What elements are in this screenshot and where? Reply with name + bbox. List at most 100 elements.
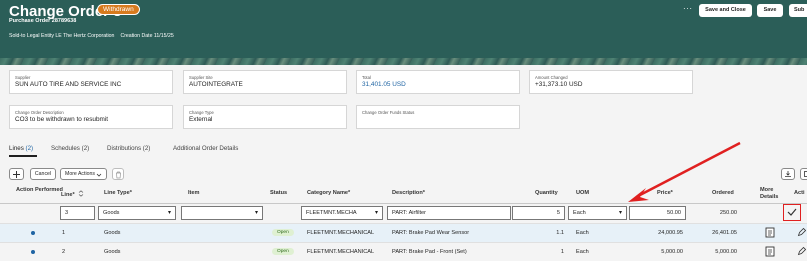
supplier-label: Supplier [15,75,31,80]
col-line-label: Line* [61,192,75,198]
active-tab-indicator [9,155,37,157]
details-icon[interactable] [765,227,775,238]
tab-lines[interactable]: Lines (2) [9,145,33,152]
supplier-card: Supplier SUN AUTO TIRE AND SERVICE INC [9,70,173,94]
description-input[interactable]: PART: Airfilter [387,206,511,220]
header-banner [0,58,807,65]
header-meta: Sold-to Legal Entity LE The Hertz Corpor… [9,33,174,39]
purchase-order-number: Purchase Order 28789638 [9,18,77,24]
funds-status-card: Change Order Funds Status [356,105,520,129]
description-card: Change Order Description CO3 to be withd… [9,105,173,129]
sort-icon [79,190,84,197]
tab-schedules-label: Schedules [51,145,80,152]
total-value-link[interactable]: 31,401.05 USD [362,81,406,88]
total-label: Total [362,75,371,80]
row-line-type: Goods [104,249,121,255]
change-type-card: Change Type External [183,105,347,129]
col-action-performed: Action Performed [16,187,63,193]
dropdown-caret-icon: ▾ [374,210,378,216]
amount-changed-label: Amount Changed [535,75,568,80]
col-category: Category Name* [307,190,351,196]
line-number-input[interactable]: 3 [60,206,95,220]
amount-changed-card: Amount Changed +31,373.10 USD [529,70,693,94]
creation-date: Creation Date 11/15/25 [120,33,174,39]
col-line-type: Line Type* [104,190,132,196]
category-select[interactable]: FLEETMNT.MECHA ▾ [301,206,383,220]
row-divider [0,242,807,243]
page-header: Change Order 3 Withdrawn Purchase Order … [0,0,807,58]
col-item: Item [188,190,200,196]
delete-line-button[interactable] [112,168,124,180]
export-button[interactable] [781,168,795,180]
tab-additional-order-details[interactable]: Additional Order Details [173,145,238,152]
dropdown-caret-icon: ▾ [254,210,258,216]
col-more-details: More Details [760,187,779,200]
funds-status-label: Change Order Funds Status [362,110,415,115]
details-icon[interactable] [765,246,775,257]
tab-lines-label: Lines [9,145,24,152]
dropdown-caret-icon: ▾ [167,210,171,216]
tab-schedules-count: (2) [81,145,90,152]
cancel-button[interactable]: Cancel [30,168,56,180]
row-price: 5,000.00 [661,249,683,255]
tab-schedules[interactable]: Schedules (2) [51,145,89,152]
download-icon [785,171,791,177]
add-line-button[interactable] [9,168,24,180]
trash-icon [115,171,121,178]
col-quantity: Quantity [535,190,558,196]
save-button[interactable]: Save [757,4,783,17]
edit-pencil-icon[interactable] [797,227,806,237]
supplier-value: SUN AUTO TIRE AND SERVICE INC [15,81,122,88]
detach-icon [804,171,807,177]
total-card: Total 31,401.05 USD [356,70,520,94]
chevron-down-icon [96,173,102,177]
changed-indicator-icon [31,231,35,235]
row-description: PART: Brake Pad Wear Sensor [392,230,470,236]
tab-distributions-count: (2) [142,145,151,152]
col-uom: UOM [576,190,590,196]
annotation-arrow-icon [628,141,741,202]
more-menu-icon[interactable]: ··· [683,4,693,13]
row-price: 24,000.95 [658,230,683,236]
tab-distributions-label: Distributions [107,145,142,152]
line-type-select[interactable]: Goods ▾ [98,206,176,220]
category-value: FLEETMNT.MECHA [306,210,357,216]
col-status: Status [270,190,288,196]
line-type-value: Goods [103,210,120,216]
change-type-label: Change Type [189,110,214,115]
row-category: FLEETMNT.MECHANICAL [307,249,375,255]
row-line-number: 2 [62,249,66,255]
description-value: CO3 to be withdrawn to resubmit [15,116,109,123]
supplier-site-card: Supplier Site AUTOINTEGRATE [183,70,347,94]
row-quantity: 1 [560,249,564,255]
tab-additional-label: Additional Order Details [173,145,239,152]
status-pill: Open [272,229,294,236]
quantity-input[interactable]: 5 [512,206,565,220]
row-quantity: 1.1 [556,230,564,236]
tab-distributions[interactable]: Distributions (2) [107,145,150,152]
change-type-value: External [189,116,213,123]
tab-lines-count: (2) [25,145,34,152]
edit-pencil-icon[interactable] [797,246,806,256]
status-pill: Open [272,248,294,255]
plus-icon [13,170,20,178]
item-select[interactable]: ▾ [181,206,263,220]
row-category: FLEETMNT.MECHANICAL [307,230,375,236]
legal-entity: Sold-to Legal Entity LE The Hertz Corpor… [9,33,115,39]
col-line[interactable]: Line* [61,190,84,198]
description-label: Change Order Description [15,110,64,115]
changed-indicator-icon [31,250,35,254]
more-actions-label: More Actions [65,171,95,177]
checkmark-icon[interactable] [786,207,798,217]
row-uom: Each [576,230,589,236]
supplier-site-label: Supplier Site [189,75,213,80]
more-actions-button[interactable]: More Actions [60,168,107,180]
row-line-number: 1 [62,230,66,236]
row-ordered: 5,000.00 [715,249,737,255]
detach-button[interactable] [800,168,807,180]
submit-button[interactable]: Sub [789,4,807,17]
row-ordered: 26,401.05 [712,230,737,236]
uom-value: Each [573,210,586,216]
save-and-close-button[interactable]: Save and Close [699,4,752,17]
row-uom: Each [576,249,589,255]
